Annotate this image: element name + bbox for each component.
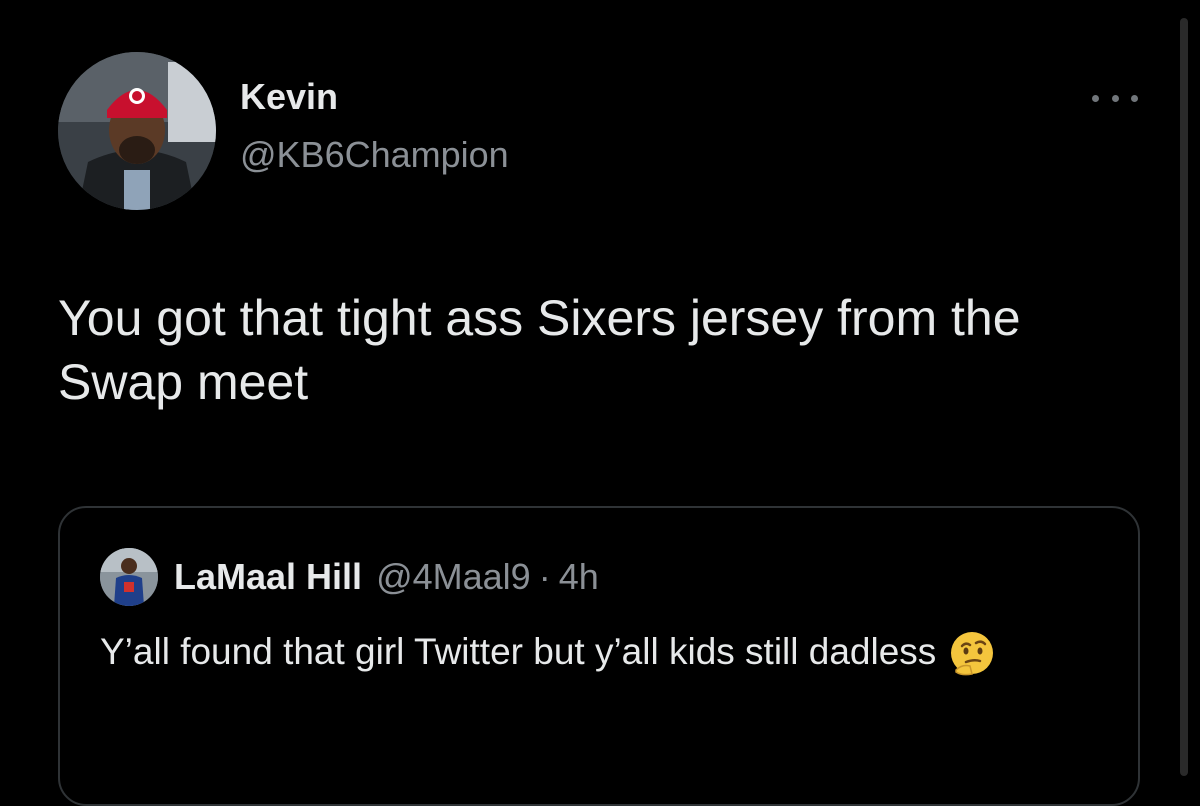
author-avatar[interactable] [58,52,216,210]
scrollbar[interactable] [1180,18,1188,776]
more-dot [1131,94,1138,102]
quoted-author-avatar[interactable] [100,548,158,606]
more-horizontal-icon[interactable] [1092,84,1138,112]
quoted-author-display-name[interactable]: LaMaal Hill [174,556,362,598]
author-handle[interactable]: @KB6Champion [240,134,509,176]
quoted-tweet-card[interactable]: LaMaal Hill @4Maal9 · 4h Y’all found tha… [58,506,1140,806]
thinking-face-emoji [948,630,996,678]
separator-dot: · [538,556,551,597]
tweet: Kevin @KB6Champion You got that tight as… [0,0,1200,806]
author-display-name[interactable]: Kevin [240,76,338,118]
quoted-tweet-text: Y’all found that girl Twitter but y’all … [100,631,937,672]
quoted-author-handle[interactable]: @4Maal9 [376,556,531,598]
more-dot [1111,94,1119,102]
quoted-tweet-time[interactable]: 4h [559,556,599,598]
quoted-tweet-header: LaMaal Hill @4Maal9 · 4h [174,556,599,598]
more-dot [1092,94,1099,102]
tweet-text: You got that tight ass Sixers jersey fro… [58,290,1021,410]
quoted-tweet-text-block: Y’all found that girl Twitter but y’all … [100,624,1100,680]
